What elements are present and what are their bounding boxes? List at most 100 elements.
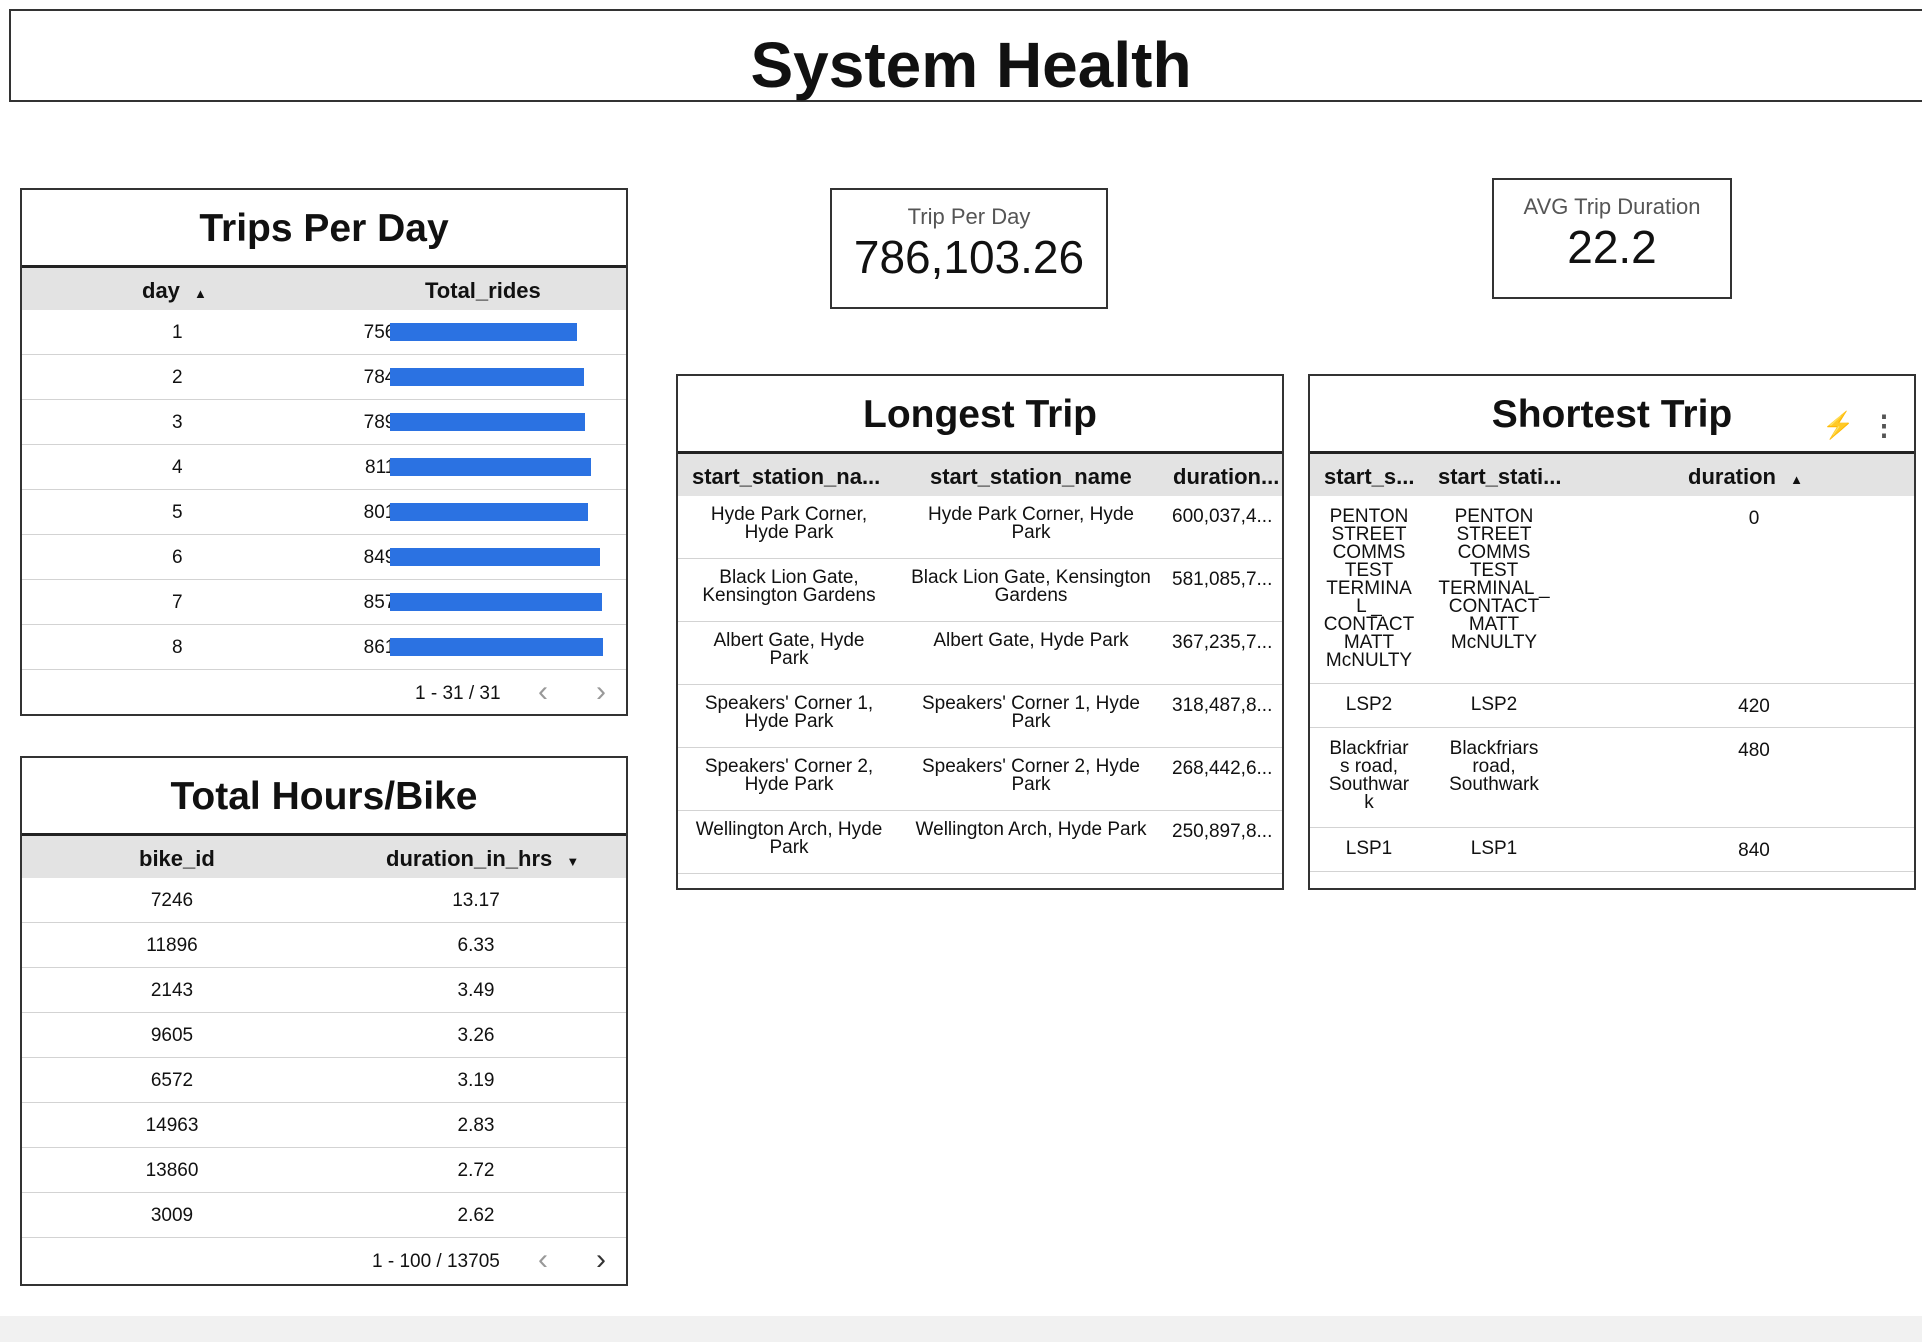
duration-cell: 318,487,8... xyxy=(1172,695,1273,716)
previous-page-icon[interactable]: ‹ xyxy=(538,1245,548,1275)
table-row: 4 811K xyxy=(22,445,626,490)
column-header-start-stati[interactable]: start_stati... xyxy=(1438,464,1562,490)
bike-id-cell: 6572 xyxy=(150,1070,194,1091)
start-station-name-cell: Albert Gate, Hyde Park xyxy=(896,631,1166,650)
day-cell: 3 xyxy=(172,412,183,433)
text-line: Gardens xyxy=(994,585,1068,606)
text-line: Wellington Arch, Hyde Park xyxy=(915,819,1147,840)
day-cell: 5 xyxy=(172,502,183,523)
table-row: 2 784K xyxy=(22,355,626,400)
bike-id-cell: 9605 xyxy=(150,1025,194,1046)
duration-cell: 480 xyxy=(1738,740,1770,761)
text-line: LSP2 xyxy=(1470,694,1518,715)
table-row: Wellington Arch, Hyde Park Wellington Arch… xyxy=(678,811,1282,874)
column-header-total-rides[interactable]: Total_rides xyxy=(425,278,541,304)
bottom-strip xyxy=(0,1316,1922,1342)
bike-id-cell: 13860 xyxy=(145,1160,199,1181)
duration-cell: 2.62 xyxy=(457,1205,495,1226)
table-row: 14963 2.83 xyxy=(22,1103,626,1148)
column-header-duration[interactable]: duration ▲ xyxy=(1688,464,1803,490)
text-line: LSP1 xyxy=(1470,838,1518,859)
scorecard-label: Trip Per Day xyxy=(907,204,1031,229)
hours-per-bike-header: bike_id duration_in_hrs ▼ xyxy=(22,836,626,878)
text-line: LSP1 xyxy=(1345,838,1393,859)
duration-cell: 0 xyxy=(1748,508,1760,529)
total-rides-bar xyxy=(390,638,603,656)
day-cell: 4 xyxy=(172,457,183,478)
next-page-icon[interactable]: › xyxy=(596,677,606,707)
start-station-cell: LSP1 xyxy=(1314,838,1424,859)
pagination-label: 1 - 31 / 31 xyxy=(415,683,501,704)
column-header-start-station-2[interactable]: start_station_name xyxy=(930,464,1132,490)
longest-trip-header: start_station_na... start_station_name d… xyxy=(678,454,1282,496)
bike-id-cell: 7246 xyxy=(150,890,194,911)
duration-cell: 600,037,4... xyxy=(1172,506,1273,527)
start-station-cell: LSP2 xyxy=(1314,695,1424,714)
column-header-bike-id[interactable]: bike_id xyxy=(139,846,215,872)
pagination-label: 1 - 100 / 13705 xyxy=(372,1251,500,1272)
total-rides-bar xyxy=(390,368,584,386)
table-row: PENTON STREET COMMS TEST TERMINA L _ CONTACT MA… xyxy=(1310,496,1914,684)
text-line: Hyde Park xyxy=(744,522,834,543)
shortest-trip-header: start_s... start_stati... duration ▲ xyxy=(1310,454,1914,496)
text-line: Hyde Park xyxy=(744,774,834,795)
start-station-cell: Speakers' Corner 2, Hyde Park xyxy=(682,757,896,795)
table-row: 2143 3.49 xyxy=(22,968,626,1013)
bolt-icon[interactable]: ⚡ xyxy=(1822,412,1854,438)
table-row: 5 801K xyxy=(22,490,626,535)
column-header-day[interactable]: day ▲ xyxy=(142,278,207,304)
trips-per-day-table: Trips Per Day day ▲ Total_rides 1 756K 2 78… xyxy=(20,188,628,716)
bike-id-cell: 3009 xyxy=(150,1205,194,1226)
duration-cell: 2.83 xyxy=(457,1115,495,1136)
day-cell: 8 xyxy=(172,637,183,658)
text-line: Hyde Park xyxy=(744,711,834,732)
duration-cell: 2.72 xyxy=(457,1160,495,1181)
start-station-name-cell: LSP2 xyxy=(1434,694,1554,715)
more-vert-icon[interactable]: ⋮ xyxy=(1870,412,1898,440)
start-station-name-cell: Hyde Park Corner, Hyde Park xyxy=(896,505,1166,543)
sort-ascending-icon: ▲ xyxy=(194,286,207,301)
text-line: k xyxy=(1364,792,1374,813)
table-row: 6 849K xyxy=(22,535,626,580)
column-header-start-station-1[interactable]: start_station_na... xyxy=(692,464,880,490)
start-station-name-cell: Wellington Arch, Hyde Park xyxy=(896,819,1166,840)
text-line: Park xyxy=(1011,522,1051,543)
next-page-icon[interactable]: › xyxy=(596,1245,606,1275)
bike-id-cell: 2143 xyxy=(150,980,194,1001)
column-header-duration-in-hrs[interactable]: duration_in_hrs ▼ xyxy=(386,846,579,872)
table-row: 3009 2.62 xyxy=(22,1193,626,1238)
text-line: McNULTY xyxy=(1450,632,1538,653)
duration-cell: 3.26 xyxy=(457,1025,495,1046)
start-station-name-cell: Blackfriars road, Southwark xyxy=(1434,739,1554,794)
column-header-duration[interactable]: duration... xyxy=(1173,464,1279,490)
duration-cell: 3.19 xyxy=(457,1070,495,1091)
table-row: Hyde Park Corner, Hyde Park Hyde Park Corn… xyxy=(678,496,1282,559)
total-rides-bar xyxy=(390,323,577,341)
hours-per-bike-title: Total Hours/Bike xyxy=(22,758,626,836)
duration-cell: 268,442,6... xyxy=(1172,758,1273,779)
total-rides-bar xyxy=(390,458,591,476)
table-row: 11896 6.33 xyxy=(22,923,626,968)
table-row: 1 756K xyxy=(22,310,626,355)
table-row: LSP2 LSP2 420 xyxy=(1310,684,1914,728)
table-row: Speakers' Corner 1, Hyde Park Speakers' Co… xyxy=(678,685,1282,748)
sort-descending-icon: ▼ xyxy=(566,854,580,869)
start-station-cell: Blackfriar s road, Southwar k xyxy=(1314,739,1424,813)
bike-id-cell: 11896 xyxy=(146,935,198,956)
previous-page-icon[interactable]: ‹ xyxy=(538,677,548,707)
start-station-name-cell: Speakers' Corner 1, Hyde Park xyxy=(896,694,1166,732)
column-header-start-s[interactable]: start_s... xyxy=(1324,464,1415,490)
page-title: System Health xyxy=(750,29,1192,101)
sort-ascending-icon: ▲ xyxy=(1790,472,1803,487)
text-line: McNULTY xyxy=(1325,650,1413,671)
start-station-cell: Wellington Arch, Hyde Park xyxy=(682,820,896,857)
hours-per-bike-table: Total Hours/Bike bike_id duration_in_hrs… xyxy=(20,756,628,1286)
text-line: Park xyxy=(1011,711,1051,732)
day-cell: 1 xyxy=(172,322,183,343)
shortest-trip-table: Shortest Trip ⚡ ⋮ start_s... start_stati… xyxy=(1308,374,1916,890)
duration-cell: 3.49 xyxy=(457,980,495,1001)
text-line: Kensington Gardens xyxy=(702,585,876,606)
duration-cell: 13.17 xyxy=(452,890,500,911)
day-cell: 7 xyxy=(172,592,183,613)
longest-trip-title: Longest Trip xyxy=(678,376,1282,454)
